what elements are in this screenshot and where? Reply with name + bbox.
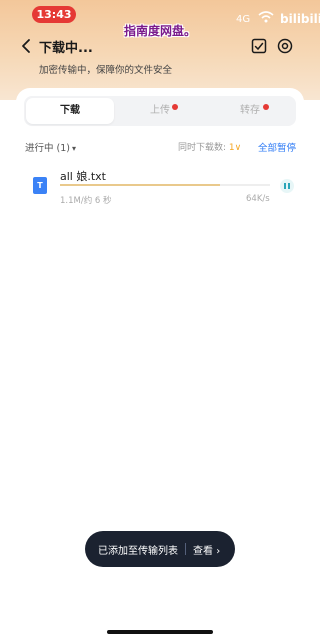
tab-transfer-badge <box>263 104 269 110</box>
chevron-down-icon: ▾ <box>71 144 76 153</box>
status-time: 13:43 <box>32 6 76 23</box>
wifi-icon <box>258 11 274 23</box>
settings-icon[interactable] <box>277 38 293 54</box>
header-subtitle: 加密传输中，保障你的文件安全 <box>39 65 173 76</box>
in-progress-label: 进行中 (1) <box>25 143 70 154</box>
text-file-icon: T <box>33 177 47 194</box>
concurrent-label: 同时下载数: <box>178 143 227 153</box>
signal-label: 4G <box>236 14 251 25</box>
bilibili-logo: bilibili <box>280 12 320 26</box>
toast-divider <box>185 543 186 555</box>
file-name: all 娘.txt <box>60 170 106 183</box>
tab-upload-badge <box>172 104 178 110</box>
pause-icon-bar-left <box>284 183 286 189</box>
page-title: 下载中... <box>39 41 93 56</box>
status-indicators: 4G bilibili <box>236 10 320 30</box>
toast-view-button[interactable]: 查看 › <box>193 542 220 557</box>
select-checkbox-icon[interactable] <box>251 38 267 54</box>
download-progress-fill <box>60 184 220 186</box>
toast-view-label: 查看 <box>193 546 213 557</box>
file-size-eta: 1.1M/约 6 秒 <box>60 196 112 206</box>
tab-upload-label: 上传 <box>150 105 170 116</box>
tab-transfer-label: 转存 <box>240 105 260 116</box>
download-progress-track <box>60 184 270 186</box>
pause-all-button[interactable]: 全部暂停 <box>258 140 296 154</box>
home-indicator[interactable] <box>107 630 213 634</box>
tab-bar: 下载 上传 转存 <box>24 96 296 126</box>
pause-button[interactable] <box>280 179 294 193</box>
chevron-right-icon: › <box>216 546 221 557</box>
in-progress-toggle[interactable]: 进行中 (1) ▾ <box>25 140 76 154</box>
back-arrow-icon[interactable] <box>18 38 34 54</box>
watermark-text: 指南度网盘。 <box>124 24 197 38</box>
toast-message: 已添加至传输列表 <box>98 546 178 557</box>
chevron-down-icon: ∨ <box>234 143 242 153</box>
tab-transfer[interactable]: 转存 <box>206 96 294 126</box>
tab-download-label: 下载 <box>60 105 80 116</box>
concurrent-downloads-selector[interactable]: 同时下载数: 1∨ <box>178 140 241 153</box>
tab-download[interactable]: 下载 <box>26 98 114 124</box>
pause-icon-bar-right <box>288 183 290 189</box>
tab-upload[interactable]: 上传 <box>116 96 204 126</box>
download-speed: 64K/s <box>246 194 270 204</box>
toast-notification: 已添加至传输列表 查看 › <box>85 531 235 567</box>
